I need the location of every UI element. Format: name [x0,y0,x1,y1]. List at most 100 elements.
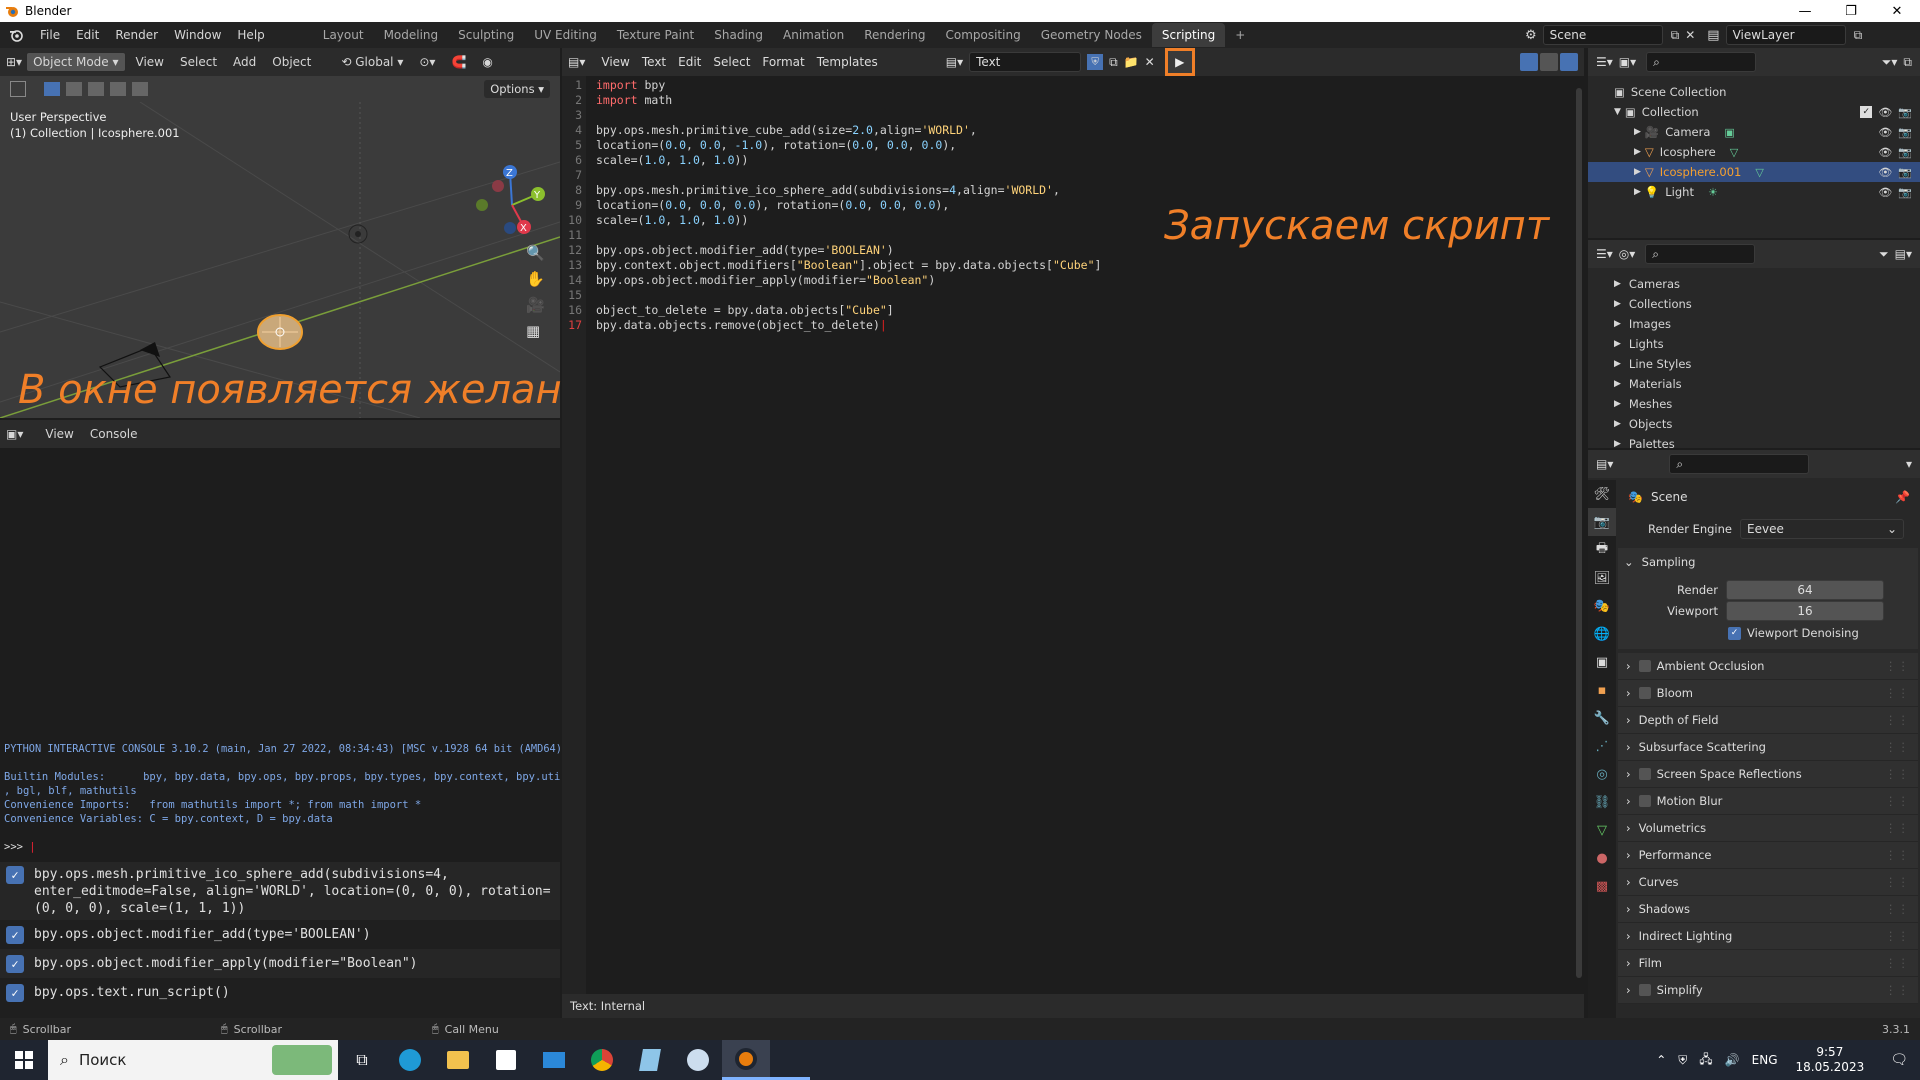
editor-menu-edit[interactable]: Edit [672,53,707,71]
blend-data-materials[interactable]: ▶ Materials [1588,374,1920,394]
select-tool-icon[interactable] [10,81,26,97]
blend-data-images[interactable]: ▶ Images [1588,314,1920,334]
properties-search-input[interactable]: ⌕ [1669,454,1810,474]
notifications-icon[interactable]: 🗨 [1890,1052,1908,1068]
zoom-icon[interactable]: 🔍 [526,244,545,262]
drag-handle-icon[interactable]: ⋮⋮ [1885,794,1910,808]
new-collection-icon[interactable]: ⧉ [1903,55,1912,70]
drag-handle-icon[interactable]: ⋮⋮ [1885,713,1910,727]
outliner[interactable]: ☰▾ ▣▾ ⌕ ⏷▾ ⧉ ▣ Scene Collection ▼ ▣ Collect… [1588,48,1920,238]
physics-tab-icon[interactable]: ◎ [1588,760,1616,788]
code-line[interactable]: location=(0.0, 0.0, 0.0), rotation=(0.0,… [596,198,1101,213]
fake-user-icon[interactable]: ⛨ [1087,54,1104,70]
file-explorer-icon[interactable] [434,1040,482,1080]
visibility-eye-icon[interactable]: 👁 [1878,106,1892,119]
blender-taskbar-icon[interactable] [722,1040,770,1080]
tab-rendering[interactable]: Rendering [854,23,935,47]
view-layer-field[interactable]: ViewLayer [1725,25,1846,45]
visibility-eye-icon[interactable]: 👁 [1878,146,1892,159]
code-line[interactable]: bpy.data.objects.remove(object_to_delete… [596,318,1101,333]
info-log-item[interactable]: ✓ bpy.ops.object.modifier_apply(modifier… [0,949,560,978]
outliner-search-input[interactable]: ⌕ [1646,52,1757,72]
texture-tab-icon[interactable]: ▩ [1588,872,1616,900]
code-line[interactable]: object_to_delete = bpy.data.objects["Cub… [596,303,1101,318]
scene-tab-icon[interactable]: 🎭 [1588,592,1616,620]
data-tab-icon[interactable]: ▽ [1588,816,1616,844]
properties-options-icon[interactable]: ▾ [1906,457,1912,471]
notes-app-icon[interactable] [626,1040,674,1080]
render-camera-icon[interactable]: 📷 [1898,106,1912,119]
tab-compositing[interactable]: Compositing [935,23,1030,47]
filter-icon[interactable]: ⏷▾ [1882,55,1898,70]
task-view-icon[interactable]: ⧉ [338,1040,386,1080]
code-line[interactable]: bpy.context.object.modifiers["Boolean"].… [596,258,1101,273]
add-workspace-button[interactable]: + [1225,23,1255,47]
drag-handle-icon[interactable]: ⋮⋮ [1885,929,1910,943]
tab-shading[interactable]: Shading [704,23,773,47]
viewport-menu-object[interactable]: Object [266,53,317,71]
code-line[interactable]: bpy.ops.object.modifier_add(type='BOOLEA… [596,243,1101,258]
select-mode-intersect-icon[interactable] [132,82,148,96]
viewport-menu-view[interactable]: View [130,53,170,71]
constraints-tab-icon[interactable]: ⛓ [1588,788,1616,816]
paint-app-icon[interactable] [674,1040,722,1080]
viewport-menu-select[interactable]: Select [174,53,223,71]
tab-layout[interactable]: Layout [313,23,374,47]
drag-handle-icon[interactable]: ⋮⋮ [1885,767,1910,781]
console-editor-type-icon[interactable]: ▣▾ [6,427,23,441]
navigation-gizmo[interactable]: Z Y X [470,160,555,245]
console-prompt[interactable]: >>> | [4,840,36,854]
viewport-menu-add[interactable]: Add [227,53,262,71]
pin-icon[interactable]: 📌 [1895,490,1910,504]
mode-dropdown[interactable]: Object Mode ▾ [26,52,126,72]
word-wrap-toggle-icon[interactable] [1540,53,1558,71]
syntax-highlight-toggle-icon[interactable] [1560,53,1578,71]
outliner-editor-type-icon[interactable]: ☰▾ [1596,55,1613,69]
render-camera-icon[interactable]: 📷 [1898,146,1912,159]
info-log-item[interactable]: ✓ bpy.ops.text.run_script() [0,978,560,1007]
render-tab-icon[interactable]: 📷 [1588,508,1616,536]
blend-data-meshes[interactable]: ▶ Meshes [1588,394,1920,414]
scene-selector-icon[interactable]: ⚙ [1525,28,1537,43]
viewport-denoising-toggle[interactable]: ✓ Viewport Denoising [1618,621,1918,645]
editor-scrollbar[interactable] [1576,88,1582,978]
pivot-icon[interactable]: ⊙▾ [413,53,441,71]
text-editor-type-icon[interactable]: ▤▾ [568,55,585,69]
visibility-eye-icon[interactable]: 👁 [1878,186,1892,199]
blendfile-editor-type-icon[interactable]: ☰▾ [1596,247,1613,261]
menu-render[interactable]: Render [107,22,166,48]
display-mode-icon[interactable]: ▣▾ [1619,55,1636,69]
menu-file[interactable]: File [32,22,68,48]
close-window-button[interactable]: ✕ [1874,0,1920,22]
grid-view-icon[interactable]: ▦ [526,322,545,340]
tray-security-icon[interactable]: ⛨ [1678,1053,1687,1068]
scene-field[interactable]: Scene [1542,25,1663,45]
text-browse-icon[interactable]: ▤▾ [946,55,963,69]
python-console[interactable]: ▣▾ View Console PYTHON INTERACTIVE CONSO… [0,420,560,860]
blend-data-line-styles[interactable]: ▶ Line Styles [1588,354,1920,374]
outliner-item-icosphere-001[interactable]: ▶ ▽ Icosphere.001 ▽ 👁 📷 [1588,162,1920,182]
render-engine-dropdown[interactable]: Eevee ⌄ [1740,519,1904,539]
panel-depth-of-field[interactable]: › Depth of Field ⋮⋮ [1618,707,1918,734]
view-layer-tab-icon[interactable]: 🖼 [1588,564,1616,592]
blend-file-outliner[interactable]: ☰▾ ◎▾ ⌕ ⏷ ▤▾ ▶ Cameras ▶ Collections ▶ Images… [1588,240,1920,451]
panel-motion-blur[interactable]: › Motion Blur ⋮⋮ [1618,788,1918,815]
properties-editor[interactable]: ▤▾ ⌕ ▾ 🛠 📷 🖶 🖼 🎭 🌐 ▣ ▪ 🔧 ⋰ ◎ ⛓ ▽ ● ▩ 🎭 Sc… [1588,450,1920,1040]
object-tab-icon[interactable]: ▪ [1588,676,1616,704]
tray-network-icon[interactable]: 🖧 [1699,1050,1712,1071]
drag-handle-icon[interactable]: ⋮⋮ [1885,875,1910,889]
editor-menu-text[interactable]: Text [636,53,672,71]
properties-editor-type-icon[interactable]: ▤▾ [1596,457,1613,471]
panel-sampling[interactable]: ⌄ Sampling [1618,548,1918,576]
code-line[interactable]: scale=(1.0, 1.0, 1.0)) [596,213,1101,228]
line-numbers-toggle-icon[interactable] [1520,53,1538,71]
pan-hand-icon[interactable]: ✋ [526,270,545,288]
panel-checkbox[interactable] [1638,984,1651,996]
panel-subsurface-scattering[interactable]: › Subsurface Scattering ⋮⋮ [1618,734,1918,761]
collection-tab-icon[interactable]: ▣ [1588,648,1616,676]
code-line[interactable]: bpy.ops.mesh.primitive_ico_sphere_add(su… [596,183,1101,198]
blender-menu-icon[interactable] [0,28,32,42]
console-menu-console[interactable]: Console [84,425,144,443]
outliner-item-light[interactable]: ▶ 💡 Light ☀ 👁 📷 [1588,182,1920,202]
editor-menu-format[interactable]: Format [756,53,810,71]
